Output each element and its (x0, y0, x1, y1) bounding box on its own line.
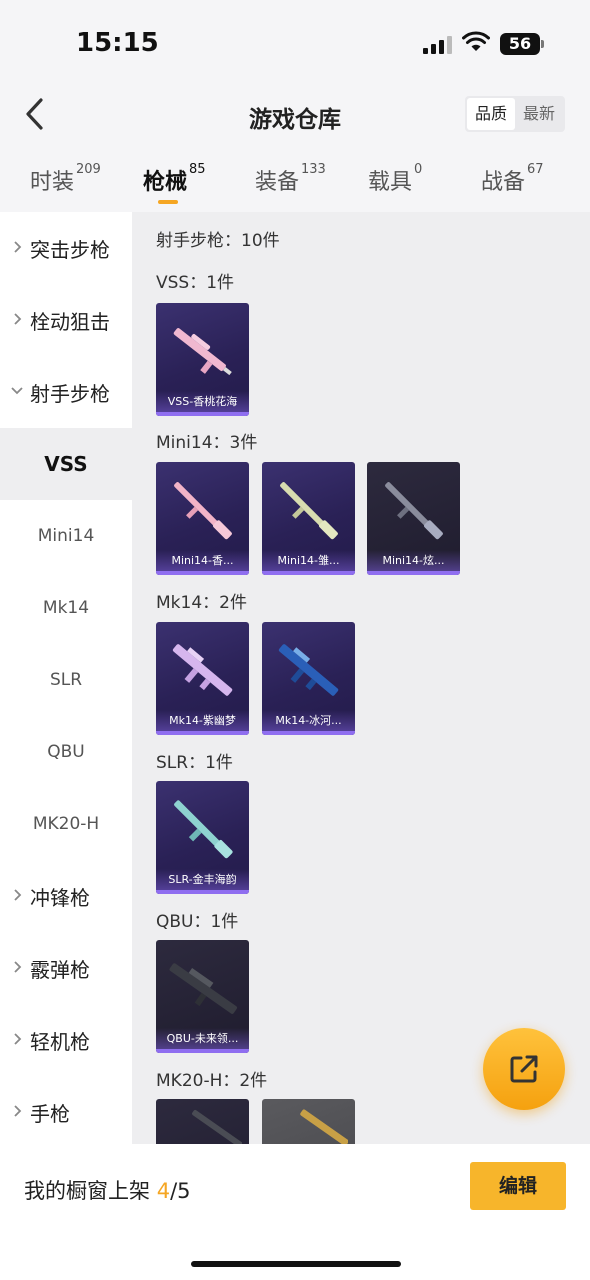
rifle-icon (300, 1109, 348, 1144)
rifle-icon (278, 644, 339, 696)
skin-name: Mini14-雏... (262, 550, 355, 571)
tab-count: 133 (301, 162, 326, 177)
active-tab-indicator (158, 200, 178, 204)
weapon-skin-list: 射手步枪：10件 VSS：1件 VSS-香桃花海 Mini14：3件 Mini1… (132, 212, 590, 1144)
bottom-bar: 我的橱窗上架 4/5 编辑 (0, 1144, 590, 1280)
rifle-icon (173, 328, 232, 376)
sidebar-item-pistol[interactable]: 手枪 (0, 1076, 132, 1144)
tab-supplies[interactable]: 战备67 (481, 162, 544, 196)
chevron-right-icon (14, 1033, 22, 1045)
header: 游戏仓库 品质 最新 (0, 90, 590, 140)
sidebar-item-assault-rifle[interactable]: 突击步枪 (0, 212, 132, 284)
sidebar-item-lmg[interactable]: 轻机枪 (0, 1004, 132, 1076)
tab-count: 85 (189, 162, 206, 177)
wifi-icon (462, 31, 490, 51)
status-time: 15:15 (76, 28, 159, 58)
sort-toggle: 品质 最新 (464, 96, 565, 132)
sidebar-item-mk20h[interactable]: MK20-H (0, 788, 132, 860)
skin-card-mini14[interactable]: Mini14-雏... (262, 462, 355, 575)
rifle-icon (169, 963, 238, 1014)
edit-button[interactable]: 编辑 (470, 1162, 566, 1210)
sidebar-item-mini14[interactable]: Mini14 (0, 500, 132, 572)
rifle-icon (174, 482, 232, 540)
sort-latest-option[interactable]: 最新 (515, 98, 563, 130)
sidebar-item-slr[interactable]: SLR (0, 644, 132, 716)
skin-card-slr[interactable]: SLR-金丰海韵 (156, 781, 249, 894)
rarity-bar (262, 571, 355, 575)
chevron-down-icon (11, 387, 23, 395)
weapon-category-sidebar: 突击步枪 栓动狙击 射手步枪 VSS Mini14 Mk14 SLR QBU M… (0, 212, 132, 1144)
skin-card-mk14[interactable]: Mk14-冰河... (262, 622, 355, 735)
sidebar-item-smg[interactable]: 冲锋枪 (0, 860, 132, 932)
tab-count: 0 (414, 162, 423, 177)
skin-name: VSS-香桃花海 (156, 391, 249, 412)
category-summary: 射手步枪：10件 (156, 231, 280, 251)
tab-firearms[interactable]: 枪械85 (143, 162, 206, 196)
home-indicator (191, 1261, 401, 1267)
skin-card-mk14[interactable]: Mk14-紫幽梦 (156, 622, 249, 735)
tab-fashion[interactable]: 时装209 (30, 162, 101, 196)
skin-name: Mini14-香... (156, 550, 249, 571)
group-title-slr: SLR：1件 (156, 753, 233, 773)
chevron-right-icon (14, 1105, 22, 1117)
battery-indicator: 56 (500, 33, 544, 55)
rifle-icon (280, 482, 338, 540)
chevron-right-icon (14, 241, 22, 253)
sidebar-item-bolt-sniper[interactable]: 栓动狙击 (0, 284, 132, 356)
skin-card-mk20h[interactable] (262, 1099, 355, 1144)
skin-name: SLR-金丰海韵 (156, 869, 249, 890)
sidebar-item-mk14[interactable]: Mk14 (0, 572, 132, 644)
rarity-bar (156, 731, 249, 735)
sidebar-item-qbu[interactable]: QBU (0, 716, 132, 788)
shelf-status: 我的橱窗上架 4/5 (24, 1179, 191, 1203)
sort-quality-option[interactable]: 品质 (466, 98, 515, 130)
skin-name: Mk14-紫幽梦 (156, 710, 249, 731)
category-tabs: 时装209 枪械85 装备133 载具0 战备67 (0, 156, 590, 212)
shelf-total: /5 (170, 1179, 191, 1203)
tab-equipment[interactable]: 装备133 (255, 162, 326, 196)
group-title-vss: VSS：1件 (156, 273, 235, 293)
sidebar-item-shotgun[interactable]: 霰弹枪 (0, 932, 132, 1004)
skin-name: QBU-未来领... (156, 1028, 249, 1049)
rifle-icon (385, 482, 443, 540)
chevron-right-icon (14, 961, 22, 973)
rifle-icon (172, 644, 233, 696)
chevron-right-icon (14, 889, 22, 901)
share-icon (510, 1055, 538, 1083)
rarity-bar (156, 890, 249, 894)
tab-vehicles[interactable]: 载具0 (368, 162, 423, 196)
group-title-mk14: Mk14：2件 (156, 593, 247, 613)
rarity-bar (262, 731, 355, 735)
group-title-qbu: QBU：1件 (156, 912, 239, 932)
chevron-right-icon (14, 313, 22, 325)
skin-name: Mini14-炫... (367, 550, 460, 571)
group-title-mini14: Mini14：3件 (156, 433, 258, 453)
rarity-bar (156, 412, 249, 416)
rarity-bar (156, 571, 249, 575)
share-button[interactable] (483, 1028, 565, 1110)
shelf-current-count: 4 (156, 1179, 171, 1203)
rifle-icon (192, 1110, 242, 1144)
skin-card-mini14[interactable]: Mini14-炫... (367, 462, 460, 575)
status-bar: 15:15 56 (0, 0, 590, 90)
sidebar-item-marksman-rifle[interactable]: 射手步枪 (0, 356, 132, 428)
rarity-bar (367, 571, 460, 575)
signal-icon (423, 36, 453, 54)
skin-name: Mk14-冰河... (262, 710, 355, 731)
rarity-bar (156, 1049, 249, 1053)
skin-card-mini14[interactable]: Mini14-香... (156, 462, 249, 575)
skin-card-vss[interactable]: VSS-香桃花海 (156, 303, 249, 416)
skin-card-qbu[interactable]: QBU-未来领... (156, 940, 249, 1053)
group-title-mk20h: MK20-H：2件 (156, 1071, 268, 1091)
tab-count: 67 (527, 162, 544, 177)
skin-card-mk20h[interactable] (156, 1099, 249, 1144)
rifle-icon (174, 800, 233, 859)
sidebar-item-vss[interactable]: VSS (0, 428, 132, 500)
tab-count: 209 (76, 162, 101, 177)
